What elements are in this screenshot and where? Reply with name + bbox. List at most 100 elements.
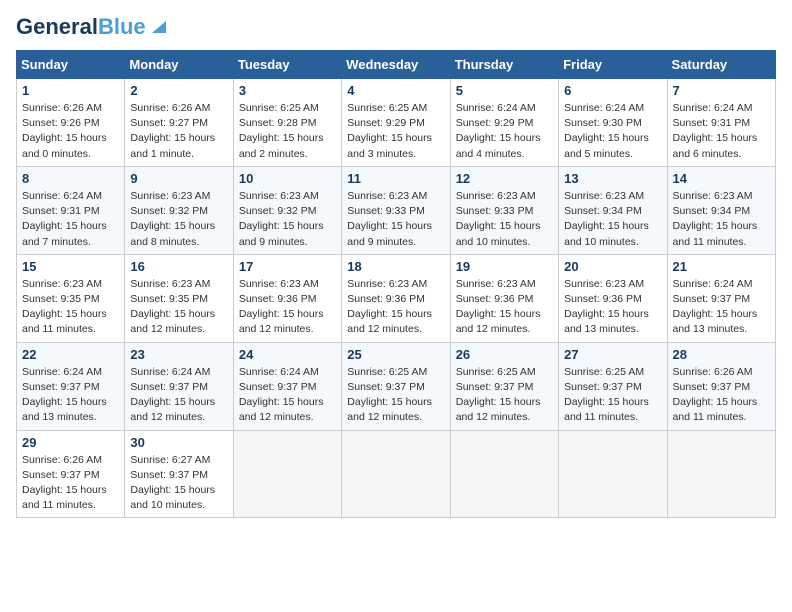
day-number: 3 bbox=[239, 83, 336, 98]
day-info: Sunrise: 6:23 AMSunset: 9:34 PMDaylight:… bbox=[564, 189, 661, 250]
day-cell: 8 Sunrise: 6:24 AMSunset: 9:31 PMDaylight… bbox=[17, 166, 125, 254]
day-info: Sunrise: 6:26 AMSunset: 9:37 PMDaylight:… bbox=[673, 365, 770, 426]
day-cell: 16 Sunrise: 6:23 AMSunset: 9:35 PMDayligh… bbox=[125, 254, 233, 342]
header-cell-tuesday: Tuesday bbox=[233, 51, 341, 79]
day-number: 17 bbox=[239, 259, 336, 274]
day-cell: 25Sunrise: 6:25 AMSunset: 9:37 PMDayligh… bbox=[342, 342, 450, 430]
day-info: Sunrise: 6:24 AMSunset: 9:37 PMDaylight:… bbox=[130, 365, 227, 426]
header-cell-sunday: Sunday bbox=[17, 51, 125, 79]
day-cell: 27 Sunrise: 6:25 AMSunset: 9:37 PMDayligh… bbox=[559, 342, 667, 430]
day-cell: 26 Sunrise: 6:25 AMSunset: 9:37 PMDayligh… bbox=[450, 342, 558, 430]
day-number: 23 bbox=[130, 347, 227, 362]
day-cell: 7 Sunrise: 6:24 AMSunset: 9:31 PMDaylight… bbox=[667, 79, 775, 167]
header-cell-wednesday: Wednesday bbox=[342, 51, 450, 79]
header-cell-monday: Monday bbox=[125, 51, 233, 79]
day-number: 10 bbox=[239, 171, 336, 186]
week-row-4: 22 Sunrise: 6:24 AMSunset: 9:37 PMDayligh… bbox=[17, 342, 776, 430]
day-cell: 4 Sunrise: 6:25 AMSunset: 9:29 PMDaylight… bbox=[342, 79, 450, 167]
day-number: 24 bbox=[239, 347, 336, 362]
day-cell: 9 Sunrise: 6:23 AMSunset: 9:32 PMDaylight… bbox=[125, 166, 233, 254]
day-info: Sunrise: 6:23 AMSunset: 9:33 PMDaylight:… bbox=[456, 189, 553, 250]
day-number: 6 bbox=[564, 83, 661, 98]
day-cell: 21Sunrise: 6:24 AMSunset: 9:37 PMDayligh… bbox=[667, 254, 775, 342]
day-number: 2 bbox=[130, 83, 227, 98]
day-number: 14 bbox=[673, 171, 770, 186]
day-number: 18 bbox=[347, 259, 444, 274]
day-cell bbox=[233, 430, 341, 518]
day-info: Sunrise: 6:25 AMSunset: 9:29 PMDaylight:… bbox=[347, 101, 444, 162]
day-cell: 6Sunrise: 6:24 AMSunset: 9:30 PMDaylight… bbox=[559, 79, 667, 167]
day-number: 9 bbox=[130, 171, 227, 186]
day-info: Sunrise: 6:23 AMSunset: 9:36 PMDaylight:… bbox=[347, 277, 444, 338]
week-row-1: 1Sunrise: 6:26 AMSunset: 9:26 PMDaylight… bbox=[17, 79, 776, 167]
calendar-table: SundayMondayTuesdayWednesdayThursdayFrid… bbox=[16, 50, 776, 518]
logo-icon bbox=[148, 15, 168, 35]
day-info: Sunrise: 6:23 AMSunset: 9:36 PMDaylight:… bbox=[239, 277, 336, 338]
day-number: 25 bbox=[347, 347, 444, 362]
day-number: 22 bbox=[22, 347, 119, 362]
day-number: 13 bbox=[564, 171, 661, 186]
day-cell: 24 Sunrise: 6:24 AMSunset: 9:37 PMDayligh… bbox=[233, 342, 341, 430]
day-info: Sunrise: 6:23 AMSunset: 9:32 PMDaylight:… bbox=[239, 189, 336, 250]
day-info: Sunrise: 6:24 AMSunset: 9:31 PMDaylight:… bbox=[22, 189, 119, 250]
day-number: 20 bbox=[564, 259, 661, 274]
day-number: 29 bbox=[22, 435, 119, 450]
day-info: Sunrise: 6:23 AMSunset: 9:36 PMDaylight:… bbox=[564, 277, 661, 338]
day-info: Sunrise: 6:23 AMSunset: 9:32 PMDaylight:… bbox=[130, 189, 227, 250]
day-info: Sunrise: 6:23 AMSunset: 9:35 PMDaylight:… bbox=[22, 277, 119, 338]
day-info: Sunrise: 6:23 AMSunset: 9:35 PMDaylight:… bbox=[130, 277, 227, 338]
day-info: Sunrise: 6:24 AMSunset: 9:37 PMDaylight:… bbox=[22, 365, 119, 426]
day-info: Sunrise: 6:23 AMSunset: 9:36 PMDaylight:… bbox=[456, 277, 553, 338]
day-number: 8 bbox=[22, 171, 119, 186]
day-cell: 23 Sunrise: 6:24 AMSunset: 9:37 PMDayligh… bbox=[125, 342, 233, 430]
day-number: 30 bbox=[130, 435, 227, 450]
day-info: Sunrise: 6:25 AMSunset: 9:37 PMDaylight:… bbox=[564, 365, 661, 426]
calendar-header: SundayMondayTuesdayWednesdayThursdayFrid… bbox=[17, 51, 776, 79]
day-number: 11 bbox=[347, 171, 444, 186]
day-cell bbox=[450, 430, 558, 518]
day-cell: 2 Sunrise: 6:26 AMSunset: 9:27 PMDaylight… bbox=[125, 79, 233, 167]
header-cell-saturday: Saturday bbox=[667, 51, 775, 79]
day-number: 28 bbox=[673, 347, 770, 362]
logo-text: GeneralBlue bbox=[16, 16, 146, 38]
day-cell: 19 Sunrise: 6:23 AMSunset: 9:36 PMDayligh… bbox=[450, 254, 558, 342]
page-header: GeneralBlue bbox=[16, 16, 776, 38]
day-number: 1 bbox=[22, 83, 119, 98]
day-number: 7 bbox=[673, 83, 770, 98]
day-cell: 29Sunrise: 6:26 AMSunset: 9:37 PMDayligh… bbox=[17, 430, 125, 518]
day-cell: 1Sunrise: 6:26 AMSunset: 9:26 PMDaylight… bbox=[17, 79, 125, 167]
day-info: Sunrise: 6:23 AMSunset: 9:34 PMDaylight:… bbox=[673, 189, 770, 250]
day-number: 26 bbox=[456, 347, 553, 362]
week-row-2: 8 Sunrise: 6:24 AMSunset: 9:31 PMDaylight… bbox=[17, 166, 776, 254]
day-cell bbox=[342, 430, 450, 518]
day-cell: 5Sunrise: 6:24 AMSunset: 9:29 PMDaylight… bbox=[450, 79, 558, 167]
day-number: 21 bbox=[673, 259, 770, 274]
day-number: 27 bbox=[564, 347, 661, 362]
day-cell: 14 Sunrise: 6:23 AMSunset: 9:34 PMDayligh… bbox=[667, 166, 775, 254]
header-row: SundayMondayTuesdayWednesdayThursdayFrid… bbox=[17, 51, 776, 79]
header-cell-thursday: Thursday bbox=[450, 51, 558, 79]
week-row-5: 29Sunrise: 6:26 AMSunset: 9:37 PMDayligh… bbox=[17, 430, 776, 518]
day-cell: 20 Sunrise: 6:23 AMSunset: 9:36 PMDayligh… bbox=[559, 254, 667, 342]
day-number: 19 bbox=[456, 259, 553, 274]
day-info: Sunrise: 6:25 AMSunset: 9:37 PMDaylight:… bbox=[456, 365, 553, 426]
day-number: 12 bbox=[456, 171, 553, 186]
calendar-body: 1Sunrise: 6:26 AMSunset: 9:26 PMDaylight… bbox=[17, 79, 776, 518]
day-cell: 22 Sunrise: 6:24 AMSunset: 9:37 PMDayligh… bbox=[17, 342, 125, 430]
day-info: Sunrise: 6:27 AMSunset: 9:37 PMDaylight:… bbox=[130, 453, 227, 514]
day-number: 4 bbox=[347, 83, 444, 98]
day-info: Sunrise: 6:26 AMSunset: 9:27 PMDaylight:… bbox=[130, 101, 227, 162]
day-info: Sunrise: 6:24 AMSunset: 9:31 PMDaylight:… bbox=[673, 101, 770, 162]
day-cell bbox=[667, 430, 775, 518]
day-info: Sunrise: 6:25 AMSunset: 9:28 PMDaylight:… bbox=[239, 101, 336, 162]
day-cell: 15 Sunrise: 6:23 AMSunset: 9:35 PMDayligh… bbox=[17, 254, 125, 342]
day-info: Sunrise: 6:24 AMSunset: 9:37 PMDaylight:… bbox=[239, 365, 336, 426]
day-number: 15 bbox=[22, 259, 119, 274]
day-number: 16 bbox=[130, 259, 227, 274]
day-cell: 13 Sunrise: 6:23 AMSunset: 9:34 PMDayligh… bbox=[559, 166, 667, 254]
day-cell: 30 Sunrise: 6:27 AMSunset: 9:37 PMDayligh… bbox=[125, 430, 233, 518]
day-number: 5 bbox=[456, 83, 553, 98]
day-cell: 10 Sunrise: 6:23 AMSunset: 9:32 PMDayligh… bbox=[233, 166, 341, 254]
day-cell: 18 Sunrise: 6:23 AMSunset: 9:36 PMDayligh… bbox=[342, 254, 450, 342]
week-row-3: 15 Sunrise: 6:23 AMSunset: 9:35 PMDayligh… bbox=[17, 254, 776, 342]
